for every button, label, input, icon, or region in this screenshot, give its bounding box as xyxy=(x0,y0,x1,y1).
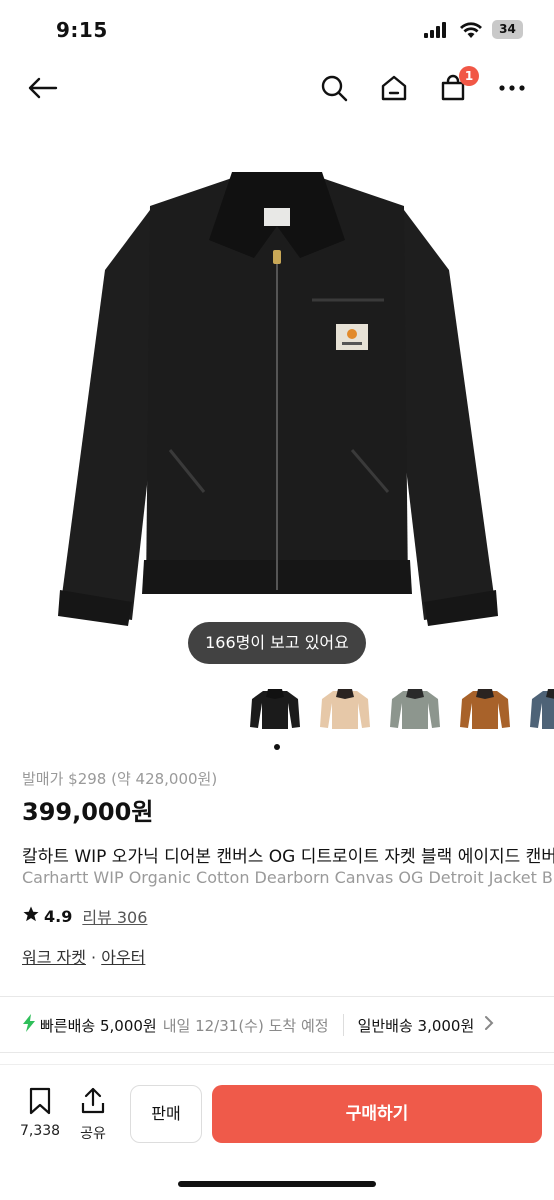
normal-shipping-label: 일반배송 3,000원 xyxy=(357,1016,475,1035)
star-icon xyxy=(22,905,40,927)
chevron-right-icon xyxy=(484,1015,494,1035)
share-button[interactable]: 공유 xyxy=(80,1087,106,1143)
viewers-count-badge: 166명이 보고 있어요 xyxy=(188,622,366,664)
wishlist-button[interactable]: 7,338 xyxy=(20,1087,60,1139)
product-price: 399,000원 xyxy=(22,798,154,826)
back-arrow-icon[interactable] xyxy=(24,70,60,106)
product-title-en: Carhartt WIP Organic Cotton Dearborn Can… xyxy=(22,868,554,887)
color-thumbnails xyxy=(244,678,554,740)
buy-button[interactable]: 구매하기 xyxy=(212,1085,542,1143)
selected-thumbnail-indicator xyxy=(274,744,280,750)
category-breadcrumb: 워크 자켓 · 아우터 xyxy=(22,944,145,968)
fast-shipping-label: 빠른배송 5,000원 xyxy=(40,1016,157,1035)
thumbnail-blue[interactable] xyxy=(524,678,554,740)
divider xyxy=(0,996,554,997)
home-indicator xyxy=(178,1181,376,1187)
product-image[interactable] xyxy=(0,150,554,670)
thumbnail-black[interactable] xyxy=(244,678,306,740)
top-nav: 1 xyxy=(0,60,554,118)
wishlist-count: 7,338 xyxy=(20,1123,61,1139)
share-icon xyxy=(80,1087,106,1119)
lightning-icon xyxy=(22,1014,36,1036)
category-separator: · xyxy=(85,948,102,967)
status-time: 9:15 xyxy=(56,18,108,42)
more-icon[interactable] xyxy=(494,70,530,106)
signal-icon xyxy=(424,22,448,42)
product-title-ko: 칼하트 WIP 오가닉 디어본 캔버스 OG 디트로이트 자켓 블랙 에이지드 … xyxy=(22,847,554,867)
wifi-icon xyxy=(459,21,483,43)
home-icon[interactable] xyxy=(376,70,412,106)
cart-icon[interactable]: 1 xyxy=(435,66,479,106)
share-label: 공유 xyxy=(80,1126,106,1142)
category-work-jacket[interactable]: 워크 자켓 xyxy=(22,948,86,967)
rating-row: 4.9 리뷰 306 xyxy=(22,904,147,928)
thumbnail-beige[interactable] xyxy=(314,678,376,740)
fast-shipping-eta: 내일 12/31(수) 도착 예정 xyxy=(162,1016,329,1035)
bookmark-icon xyxy=(27,1087,53,1119)
cart-badge: 1 xyxy=(459,66,479,86)
shipping-divider xyxy=(342,1014,344,1036)
category-outer[interactable]: 아우터 xyxy=(101,948,145,967)
bottom-action-bar: 7,338 공유 판매 구매하기 xyxy=(0,1064,554,1200)
battery-icon: 34 xyxy=(492,20,523,39)
search-icon[interactable] xyxy=(316,70,352,106)
rating-score: 4.9 xyxy=(44,906,73,926)
product-title-area: 칼하트 WIP 오가닉 디어본 캔버스 OG 디트로이트 자켓 블랙 에이지드 … xyxy=(0,838,554,898)
sell-button[interactable]: 판매 xyxy=(130,1085,202,1143)
thumbnail-gray[interactable] xyxy=(384,678,446,740)
status-bar: 9:15 34 xyxy=(0,0,554,58)
divider xyxy=(0,1052,554,1053)
review-link[interactable]: 리뷰 306 xyxy=(82,904,147,928)
shipping-options[interactable]: 빠른배송 5,000원 내일 12/31(수) 도착 예정 일반배송 3,000… xyxy=(0,1000,554,1050)
original-price: 발매가 $298 (약 428,000원) xyxy=(22,770,218,788)
thumbnail-brown[interactable] xyxy=(454,678,516,740)
